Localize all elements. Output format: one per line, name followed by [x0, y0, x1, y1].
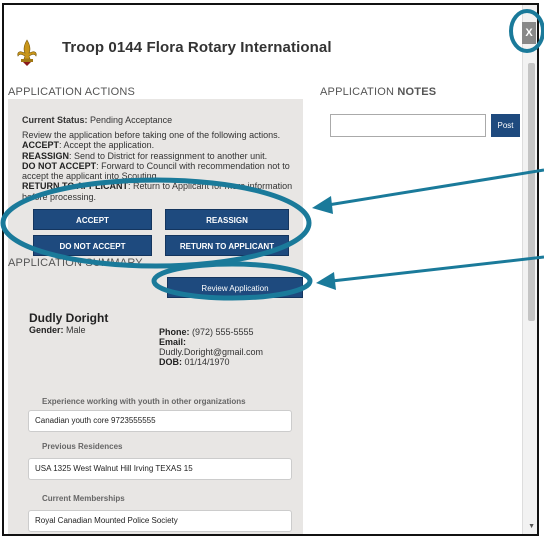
gender-line: Gender: Male	[29, 325, 86, 335]
instructions-intro: Review the application before taking one…	[22, 130, 281, 140]
applicant-name: Dudly Doright	[29, 311, 109, 325]
close-button[interactable]: X	[522, 22, 536, 44]
experience-field: Canadian youth core 9723555555	[28, 410, 292, 432]
contact-block: Phone: (972) 555-5555 Email: Dudly.Dorig…	[159, 327, 263, 367]
dob-line: DOB: 01/14/1970	[159, 357, 230, 367]
notes-heading: APPLICATION NOTES	[320, 86, 437, 98]
application-window: Troop 0144 Flora Rotary International ▼ …	[2, 3, 539, 536]
instruction-item: ACCEPT: Accept the application.	[22, 140, 155, 151]
phone-line: Phone: (972) 555-5555	[159, 327, 254, 337]
status-value: Pending Acceptance	[90, 115, 173, 125]
action-instructions: Review the application before taking one…	[22, 130, 302, 202]
field-label-experience: Experience working with youth in other o…	[42, 397, 246, 406]
do-not-accept-button[interactable]: DO NOT ACCEPT	[33, 235, 152, 256]
summary-heading: APPLICATION SUMMARY	[8, 257, 143, 269]
review-application-button[interactable]: Review Application	[167, 277, 303, 298]
vertical-scrollbar[interactable]: ▼	[522, 5, 537, 534]
instruction-item: REASSIGN: Send to District for reassignm…	[22, 150, 268, 161]
status-line: Current Status: Pending Acceptance	[22, 115, 172, 125]
scrollbar-thumb[interactable]	[528, 63, 535, 321]
residences-field: USA 1325 West Walnut Hill Irving TEXAS 1…	[28, 458, 292, 480]
email-label: Email:	[159, 337, 187, 347]
instruction-item: RETURN TO APPLICANT: Return to Applicant…	[22, 181, 293, 202]
instruction-item: DO NOT ACCEPT: Forward to Council with r…	[22, 160, 290, 182]
scout-fleur-de-lis-logo	[17, 39, 37, 66]
actions-heading: APPLICATION ACTIONS	[8, 86, 136, 98]
post-button[interactable]: Post	[491, 114, 520, 137]
accept-button[interactable]: ACCEPT	[33, 209, 152, 230]
page-title: Troop 0144 Flora Rotary International	[62, 39, 332, 56]
email-value: Dudly.Doright@gmail.com	[159, 347, 264, 357]
scroll-down-arrow-icon[interactable]: ▼	[528, 523, 535, 530]
return-to-applicant-button[interactable]: RETURN TO APPLICANT	[165, 235, 289, 256]
reassign-button[interactable]: REASSIGN	[165, 209, 289, 230]
notes-input[interactable]	[330, 114, 486, 137]
status-label: Current Status:	[22, 115, 88, 125]
field-label-memberships: Current Memberships	[42, 494, 125, 503]
memberships-field: Royal Canadian Mounted Police Society	[28, 510, 292, 532]
field-label-residences: Previous Residences	[42, 442, 123, 451]
